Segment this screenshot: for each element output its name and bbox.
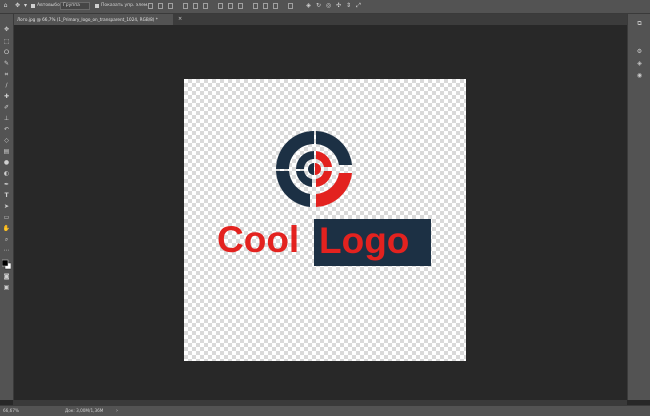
document-canvas[interactable]: Cool Logo: [184, 79, 466, 361]
distribute-vcenter-icon[interactable]: [228, 3, 233, 9]
move-tool-icon[interactable]: ✥: [14, 2, 21, 10]
distribute-left-icon[interactable]: [253, 3, 258, 9]
tools-panel: ✥ ⬚ ⵔ ✎ ⌗ ∕ ✚ ✐ ⊥ ↶ ◇ ▤ ● ◐ ✒ T ➤ ▭ ✋ ⌕ …: [0, 14, 14, 400]
3d-slide-icon[interactable]: ⇕: [345, 2, 352, 10]
properties-panel-icon[interactable]: ⚙: [635, 48, 644, 56]
logo-word-box: Logo: [314, 219, 431, 266]
home-icon[interactable]: ⌂: [2, 2, 9, 10]
align-hcenter-icon[interactable]: [193, 3, 198, 9]
layers-panel-icon[interactable]: ◈: [635, 60, 644, 68]
type-icon[interactable]: T: [2, 192, 11, 200]
autoselect-dropdown[interactable]: Группа: [60, 2, 90, 10]
logo-word-logo: Logo: [319, 220, 410, 261]
gradient-icon[interactable]: ▤: [2, 148, 11, 156]
distribute-hcenter-icon[interactable]: [263, 3, 268, 9]
logo-ring-top-left: [276, 131, 314, 169]
zoom-icon[interactable]: ⌕: [2, 236, 11, 244]
3d-rotate-icon[interactable]: ↻: [315, 2, 322, 10]
distribute-right-icon[interactable]: [273, 3, 278, 9]
3d-drag-icon[interactable]: ✣: [335, 2, 342, 10]
crop-icon[interactable]: ⌗: [2, 71, 11, 79]
healing-brush-icon[interactable]: ✚: [2, 93, 11, 101]
history-brush-icon[interactable]: ↶: [2, 126, 11, 134]
auto-align-icon[interactable]: [288, 3, 293, 9]
path-select-icon[interactable]: ➤: [2, 203, 11, 211]
screen-mode-icon[interactable]: ▣: [2, 284, 11, 292]
clone-stamp-icon[interactable]: ⊥: [2, 115, 11, 123]
distribute-bottom-icon[interactable]: [238, 3, 243, 9]
more-tools-icon[interactable]: ⋯: [2, 247, 11, 255]
quick-select-icon[interactable]: ✎: [2, 60, 11, 68]
history-panel-icon[interactable]: ⧉: [635, 20, 644, 28]
options-bar: ⌂ ✥ ▾ Автовыбор: Группа Показать упр. эл…: [0, 0, 650, 14]
logo-word-cool: Cool: [217, 219, 300, 260]
autoselect-checkbox[interactable]: [31, 4, 35, 8]
move-icon[interactable]: ✥: [2, 26, 11, 34]
logo-center-left: [308, 163, 314, 175]
eyedropper-icon[interactable]: ∕: [2, 82, 11, 90]
shape-icon[interactable]: ▭: [2, 214, 11, 222]
target-logo-mark: [276, 131, 352, 207]
align-vcenter-icon[interactable]: [158, 3, 163, 9]
channels-panel-icon[interactable]: ◉: [635, 72, 644, 80]
distribute-top-icon[interactable]: [218, 3, 223, 9]
marquee-icon[interactable]: ⬚: [2, 38, 11, 46]
align-bottom-icon[interactable]: [168, 3, 173, 9]
blur-icon[interactable]: ●: [2, 159, 11, 167]
dodge-icon[interactable]: ◐: [2, 170, 11, 178]
eraser-icon[interactable]: ◇: [2, 137, 11, 145]
3d-mode-icon[interactable]: ◈: [305, 2, 312, 10]
3d-scale-icon[interactable]: ⤢: [355, 2, 362, 10]
color-swatches-icon[interactable]: [1, 259, 12, 270]
dropdown-arrow-icon[interactable]: ▾: [22, 2, 29, 10]
brush-icon[interactable]: ✐: [2, 104, 11, 112]
document-tab-bar: Лого.jpg @ 66,7% (1_Primary_logo_on_tran…: [13, 14, 627, 25]
hand-icon[interactable]: ✋: [2, 225, 11, 233]
lasso-icon[interactable]: ⵔ: [2, 49, 11, 57]
align-left-icon[interactable]: [183, 3, 188, 9]
close-tab-icon[interactable]: ×: [178, 14, 182, 25]
panel-dock: ⧉ ⚙ ◈ ◉: [627, 14, 650, 400]
align-right-icon[interactable]: [203, 3, 208, 9]
logo-inner-bottom-left: [296, 171, 312, 187]
transform-controls-checkbox[interactable]: [95, 4, 99, 8]
pen-icon[interactable]: ✒: [2, 181, 11, 189]
3d-roll-icon[interactable]: ◎: [325, 2, 332, 10]
document-tab[interactable]: Лого.jpg @ 66,7% (1_Primary_logo_on_tran…: [13, 14, 173, 25]
quick-mask-icon[interactable]: ◙: [2, 273, 11, 281]
status-bar: 66,67% Док: 3,00M/1,36M ›: [0, 405, 650, 416]
logo-center-right: [315, 163, 321, 175]
transform-controls-label: Показать упр. элем.: [101, 3, 149, 8]
align-top-icon[interactable]: [148, 3, 153, 9]
